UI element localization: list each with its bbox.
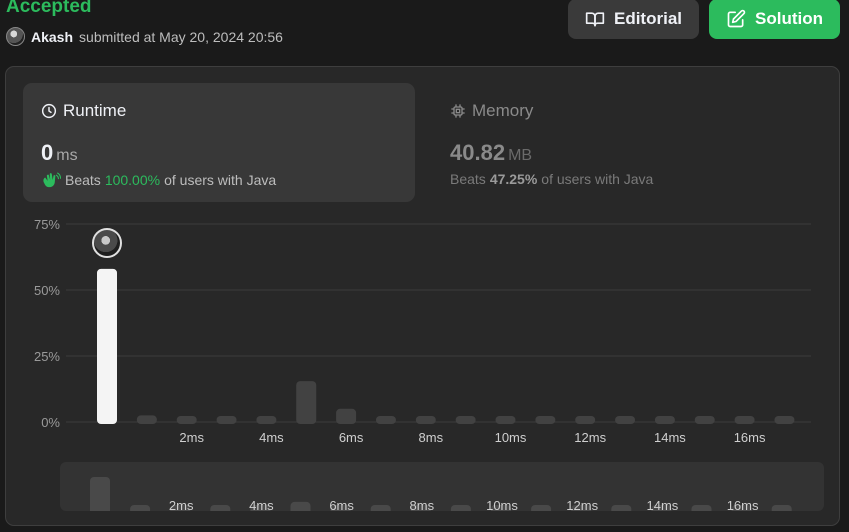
clock-icon <box>41 103 57 119</box>
overview-tick-label: 8ms <box>410 498 435 511</box>
overview-bar <box>90 477 110 511</box>
runtime-title-label: Runtime <box>63 101 127 120</box>
runtime-value: 0 ms <box>41 140 78 166</box>
editorial-button[interactable]: Editorial <box>568 0 699 39</box>
runtime-number: 0 <box>41 140 54 165</box>
overview-tick-label: 2ms <box>169 498 194 511</box>
memory-beats-suffix: of users with Java <box>541 171 654 187</box>
result-card: Runtime 0 ms Beats 100.00% of users with … <box>5 66 840 526</box>
overview-tick-label: 10ms <box>486 498 518 511</box>
overview-tick-label: 14ms <box>647 498 679 511</box>
overview-tick-label: 12ms <box>566 498 598 511</box>
runtime-unit: ms <box>56 147 78 164</box>
memory-panel[interactable]: Memory 40.82 MB Beats 47.25% of users wit… <box>450 83 830 202</box>
overview-bar <box>290 501 311 511</box>
runtime-title: Runtime <box>41 101 126 121</box>
solution-button[interactable]: Solution <box>709 0 840 39</box>
overview-bar <box>130 505 151 511</box>
overview-bar <box>691 505 712 511</box>
runtime-beats-percent: 100.00% <box>104 172 161 188</box>
waving-hands-icon <box>43 172 61 188</box>
memory-number: 40.82 <box>450 140 506 165</box>
overview-bar <box>370 505 391 511</box>
overview-bar <box>531 505 552 511</box>
memory-title-label: Memory <box>472 101 534 120</box>
your-submission-avatar[interactable] <box>92 228 122 258</box>
overview-bar <box>771 505 792 511</box>
overview-bar <box>450 505 471 511</box>
memory-value: 40.82 MB <box>450 140 532 166</box>
overview-tick-label: 6ms <box>329 498 354 511</box>
memory-title: Memory <box>450 101 533 121</box>
runtime-panel[interactable]: Runtime 0 ms Beats 100.00% of users with … <box>23 83 415 202</box>
runtime-beats-suffix: of users with Java <box>164 172 277 188</box>
chart-overview-scrollbar[interactable]: 2ms 4ms 6ms 8ms 10ms 12ms 14ms 16ms <box>60 462 824 511</box>
overview-tick-label: 4ms <box>249 498 274 511</box>
overview-bar <box>210 505 231 511</box>
book-open-icon <box>585 12 605 27</box>
overview-tick-label: 16ms <box>727 498 759 511</box>
solution-label: Solution <box>755 9 823 28</box>
user-avatar[interactable] <box>6 27 25 46</box>
chip-icon <box>451 104 465 118</box>
runtime-beats: Beats 100.00% of users with Java <box>41 171 276 189</box>
memory-beats-percent: 47.25% <box>489 171 538 187</box>
editorial-label: Editorial <box>613 9 682 28</box>
memory-unit: MB <box>508 147 533 164</box>
memory-beats: Beats 47.25% of users with Java <box>450 171 653 187</box>
edit-icon <box>727 9 746 28</box>
submitted-time: submitted at May 20, 2024 20:56 <box>79 28 283 45</box>
memory-beats-prefix: Beats <box>450 171 486 187</box>
submission-info: Akash submitted at May 20, 2024 20:56 <box>6 27 283 46</box>
submission-status: Accepted <box>6 0 92 17</box>
overview-minimap: 2ms 4ms 6ms 8ms 10ms 12ms 14ms 16ms <box>90 477 792 511</box>
runtime-beats-prefix: Beats <box>65 172 101 188</box>
overview-bar <box>611 505 632 511</box>
username-link[interactable]: Akash <box>31 29 73 45</box>
